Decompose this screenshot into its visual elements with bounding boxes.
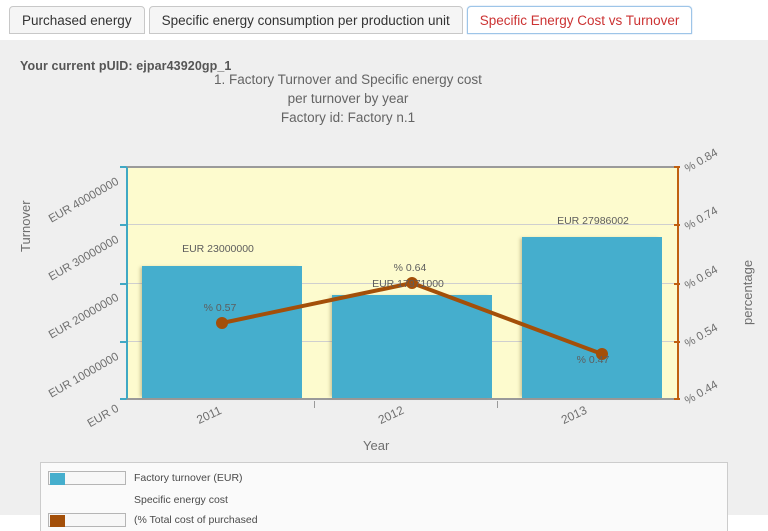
legend-swatch-box-turnover: [48, 471, 126, 485]
y2-axis-tick-label-044: % 0.44: [683, 378, 721, 408]
y2-axis-tick-label-074: % 0.74: [683, 204, 721, 234]
bar-value-label-2012: EUR 17971000: [372, 278, 444, 290]
y2-axis-tick-label-064: % 0.64: [683, 263, 721, 293]
tab-bar: Purchased energy Specific energy consump…: [0, 0, 768, 40]
bar-value-label-2011: EUR 23000000: [182, 243, 254, 255]
line-marker-2011[interactable]: [216, 317, 228, 329]
x-axis-tick-label-2012: 2012: [375, 403, 407, 427]
x-axis-tick-mark: [314, 401, 315, 408]
chart-title: 1. Factory Turnover and Specific energy …: [214, 72, 482, 125]
chart-legend: Factory turnover (EUR) Specific energy c…: [40, 462, 728, 531]
y2-axis-tick-mark: [674, 166, 680, 168]
legend-color-swatch-turnover: [50, 473, 65, 485]
y2-axis-tick-mark: [674, 398, 680, 400]
pct-value-label-2012: % 0.64: [393, 262, 427, 274]
x-axis-tick-mark: [497, 401, 498, 408]
tab-specific-energy-consumption[interactable]: Specific energy consumption per producti…: [148, 6, 463, 34]
bar-value-label-2013: EUR 27986002: [557, 215, 629, 227]
y2-axis-tick-mark: [674, 224, 680, 226]
tab-purchased-energy[interactable]: Purchased energy: [9, 6, 145, 34]
x-axis-tick-label-2013: 2013: [558, 403, 590, 427]
tab-specific-energy-cost-vs-turnover[interactable]: Specific Energy Cost vs Turnover: [466, 6, 693, 34]
x-axis-title: Year: [363, 438, 390, 453]
pct-value-label-2013: % 0.47: [576, 354, 610, 366]
legend-label-turnover: Factory turnover (EUR): [134, 472, 243, 484]
y-axis-title: Turnover: [18, 200, 33, 252]
y-axis-tick-label-20000000: EUR 20000000: [46, 291, 121, 342]
chart-container: 1. Factory Turnover and Specific energy …: [8, 40, 760, 460]
x-axis-tick-label-2011: 2011: [194, 403, 224, 427]
y2-axis-tick-mark: [674, 283, 680, 285]
y-axis-tick-label-10000000: EUR 10000000: [46, 350, 121, 401]
y-axis-tick-label-30000000: EUR 30000000: [46, 233, 121, 284]
panel-inner: Your current pUID: ejpar43920gp_1 1. Fac…: [8, 40, 760, 531]
page-root: Purchased energy Specific energy consump…: [0, 0, 768, 531]
y2-axis-title: percentage: [740, 259, 755, 325]
legend-swatch-box-energy-cost: [48, 513, 126, 527]
y2-axis-tick-label-084: % 0.84: [683, 146, 721, 176]
y2-axis-tick-label-054: % 0.54: [683, 321, 721, 351]
content-panel: Your current pUID: ejpar43920gp_1 1. Fac…: [0, 40, 768, 531]
y-axis-tick-label-0: EUR 0: [85, 402, 121, 431]
line-path: [220, 281, 604, 356]
legend-label-specific-energy-cost: Specific energy cost: [134, 494, 228, 506]
legend-color-swatch-energy-cost: [50, 515, 65, 527]
pct-value-label-2011: % 0.57: [203, 302, 237, 314]
legend-label-energy-cost-line1: (% Total cost of purchased: [134, 514, 258, 526]
y-axis-tick-label-40000000: EUR 40000000: [46, 175, 121, 226]
y2-axis-tick-mark: [674, 341, 680, 343]
